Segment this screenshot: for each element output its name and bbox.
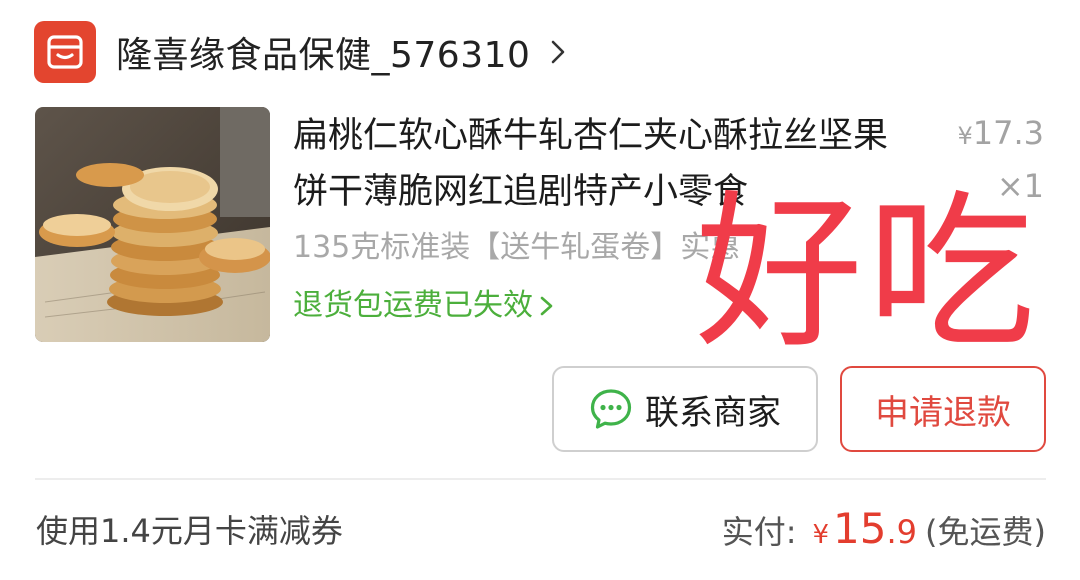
unit-price: ¥17.3 bbox=[957, 110, 1044, 159]
store-name[interactable]: 隆喜缘食品保健_576310 bbox=[116, 26, 530, 78]
paid-integer: 15 bbox=[833, 504, 887, 553]
product-thumbnail[interactable] bbox=[35, 107, 270, 342]
paid-decimal: .9 bbox=[886, 513, 918, 551]
unit-price-value: 17.3 bbox=[972, 114, 1044, 152]
contact-seller-button[interactable]: 联系商家 bbox=[552, 366, 818, 452]
paid-amount: 实付: ¥ 15 .9 (免运费) bbox=[722, 504, 1046, 560]
paid-label: 实付: bbox=[721, 513, 797, 551]
return-shipping-note[interactable]: 退货包运费已失效 bbox=[293, 284, 555, 328]
currency-symbol: ¥ bbox=[957, 122, 973, 150]
contact-seller-label: 联系商家 bbox=[645, 392, 781, 433]
divider bbox=[35, 478, 1046, 480]
request-refund-label: 申请退款 bbox=[875, 392, 1011, 433]
store-icon bbox=[34, 21, 96, 83]
coupon-text: 使用1.4元月卡满减券 bbox=[36, 512, 343, 550]
chevron-right-icon bbox=[552, 40, 565, 64]
overlay-annotation: 好吃 bbox=[695, 175, 1039, 371]
store-header[interactable]: 隆喜缘食品保健_576310 bbox=[34, 20, 570, 84]
request-refund-button[interactable]: 申请退款 bbox=[840, 366, 1046, 452]
chevron-right-icon bbox=[540, 296, 553, 316]
chat-bubble-icon bbox=[590, 389, 632, 429]
shipping-note: (免运费) bbox=[925, 513, 1046, 551]
paid-currency-symbol: ¥ bbox=[812, 520, 830, 550]
return-shipping-label: 退货包运费已失效 bbox=[293, 288, 533, 323]
product-spec: 135克标准装【送牛轧蛋卷】实惠 bbox=[293, 230, 741, 265]
